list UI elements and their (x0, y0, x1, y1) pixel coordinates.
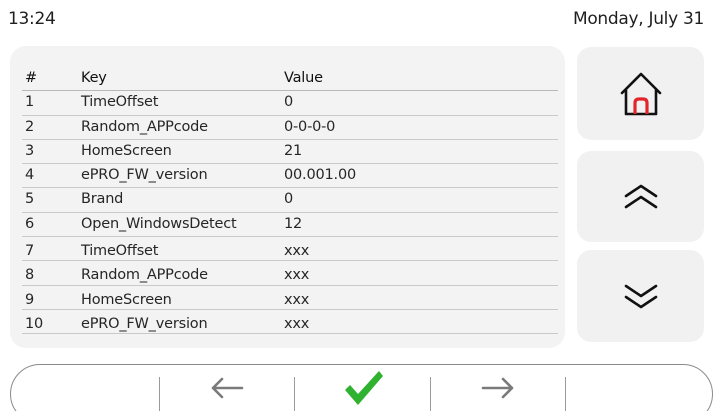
row-key: ePRO_FW_version (81, 167, 208, 184)
scroll-down-button[interactable] (577, 250, 704, 342)
row-key: Open_WindowsDetect (81, 215, 237, 232)
header-index: # (25, 70, 37, 86)
double-chevron-up-icon (624, 184, 657, 208)
back-button[interactable] (160, 365, 294, 411)
table-row[interactable]: 10 ePRO_FW_version xxx (22, 310, 558, 335)
row-key: Random_APPcode (81, 267, 208, 284)
table-row[interactable]: 4 ePRO_FW_version 00.001.00 (22, 164, 558, 189)
table-row[interactable]: 6 Open_WindowsDetect 12 (22, 213, 558, 238)
row-key: TimeOffset (81, 243, 159, 260)
row-key: HomeScreen (81, 142, 172, 159)
row-value: 0-0-0-0 (284, 118, 336, 135)
arrow-left-icon (211, 377, 244, 399)
table-header-row: # Key Value (22, 67, 558, 92)
row-key: Brand (81, 191, 124, 208)
row-value: xxx (284, 315, 310, 332)
home-button[interactable] (577, 47, 704, 140)
row-index: 10 (25, 315, 44, 332)
table-row[interactable]: 3 HomeScreen 21 (22, 140, 558, 165)
row-key: TimeOffset (81, 94, 159, 111)
scroll-up-button[interactable] (577, 151, 704, 242)
table-row[interactable]: 2 Random_APPcode 0-0-0-0 (22, 116, 558, 140)
checkmark-icon (344, 371, 383, 405)
double-chevron-down-icon (624, 284, 657, 309)
row-index: 7 (25, 243, 35, 260)
row-value: xxx (284, 243, 310, 260)
parameter-table: # Key Value 1 TimeOffset 0 2 Random_APPc… (22, 67, 558, 335)
row-value: 12 (284, 215, 303, 232)
row-index: 8 (25, 267, 35, 284)
row-index: 6 (25, 215, 35, 232)
parameter-table-panel: # Key Value 1 TimeOffset 0 2 Random_APPc… (10, 46, 565, 348)
header-value: Value (284, 70, 323, 86)
status-date: Monday, July 31 (572, 9, 704, 29)
status-time: 13:24 (8, 9, 56, 29)
bottom-empty-right-button[interactable] (566, 365, 712, 411)
row-value: xxx (284, 267, 310, 284)
table-row[interactable]: 9 HomeScreen xxx (22, 286, 558, 310)
header-key: Key (81, 70, 107, 86)
table-row[interactable]: 8 Random_APPcode xxx (22, 261, 558, 286)
arrow-right-icon (481, 377, 514, 399)
row-index: 1 (25, 94, 35, 111)
screen: 13:24 Monday, July 31 # Key Value 1 Time… (0, 0, 713, 411)
confirm-button[interactable] (295, 365, 430, 411)
row-value: 0 (284, 94, 294, 111)
row-index: 4 (25, 167, 35, 184)
row-index: 2 (25, 118, 35, 135)
row-key: ePRO_FW_version (81, 315, 208, 332)
row-index: 5 (25, 191, 35, 208)
table-row[interactable]: 1 TimeOffset 0 (22, 91, 558, 116)
table-row[interactable]: 7 TimeOffset xxx (22, 237, 558, 262)
forward-button[interactable] (431, 365, 565, 411)
row-value: xxx (284, 291, 310, 308)
row-key: Random_APPcode (81, 118, 208, 135)
bottom-empty-left-button[interactable] (11, 365, 159, 411)
row-value: 00.001.00 (284, 167, 356, 184)
bottom-navigation-bar (10, 364, 713, 411)
row-index: 9 (25, 291, 35, 308)
home-icon (620, 72, 661, 115)
row-value: 21 (284, 142, 303, 159)
row-index: 3 (25, 142, 35, 159)
row-key: HomeScreen (81, 291, 172, 308)
row-value: 0 (284, 191, 294, 208)
table-row[interactable]: 5 Brand 0 (22, 188, 558, 213)
